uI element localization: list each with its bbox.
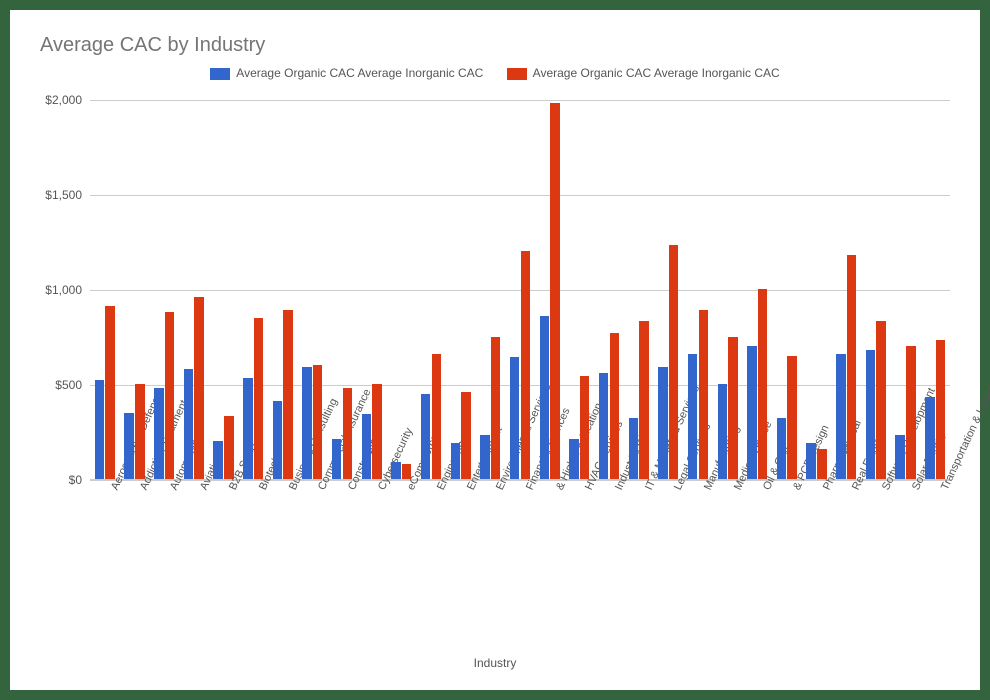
bar-series1	[895, 435, 904, 479]
chart-frame: Average CAC by Industry Average Organic …	[10, 10, 980, 690]
bar-series2	[936, 340, 945, 479]
gridline	[90, 195, 950, 196]
bar-series1	[391, 462, 400, 479]
bar-series2	[580, 376, 589, 479]
bar-series1	[451, 443, 460, 479]
bar-series1	[213, 441, 222, 479]
bar-series2	[105, 306, 114, 479]
bar-series2	[491, 337, 500, 480]
bar-series2	[194, 297, 203, 479]
plot-area: $0$500$1,000$1,500$2,000Aerospace & Defe…	[90, 100, 950, 480]
y-tick-label: $500	[55, 378, 82, 392]
legend-swatch-red	[507, 68, 527, 80]
gridline	[90, 480, 950, 481]
legend-item-2: Average Organic CAC Average Inorganic CA…	[507, 66, 780, 80]
bar-series1	[302, 367, 311, 479]
bar-series1	[658, 367, 667, 479]
legend-label-2: Average Organic CAC Average Inorganic CA…	[533, 66, 780, 80]
bar-series1	[629, 418, 638, 479]
bar-series1	[569, 439, 578, 479]
bar-series1	[925, 397, 934, 479]
bar-series2	[372, 384, 381, 479]
bar-series2	[906, 346, 915, 479]
bar-series2	[876, 321, 885, 479]
chart-title: Average CAC by Industry	[40, 34, 265, 57]
legend-item-1: Average Organic CAC Average Inorganic CA…	[210, 66, 483, 80]
bar-series1	[480, 435, 489, 479]
y-tick-label: $1,500	[45, 188, 82, 202]
bar-series1	[243, 378, 252, 479]
bar-series2	[550, 103, 559, 479]
x-axis-label: Industry	[10, 656, 980, 670]
bar-series1	[273, 401, 282, 479]
bar-series1	[747, 346, 756, 479]
bar-series2	[432, 354, 441, 479]
y-tick-label: $0	[69, 473, 82, 487]
bar-series2	[135, 384, 144, 479]
bar-series2	[313, 365, 322, 479]
y-tick-label: $2,000	[45, 93, 82, 107]
bar-series2	[461, 392, 470, 479]
bar-series1	[332, 439, 341, 479]
bar-series1	[806, 443, 815, 479]
bar-series2	[847, 255, 856, 479]
bar-series2	[728, 337, 737, 480]
bar-series2	[283, 310, 292, 479]
gridline	[90, 100, 950, 101]
y-tick-label: $1,000	[45, 283, 82, 297]
bar-series1	[362, 414, 371, 479]
bar-series2	[758, 289, 767, 479]
bar-series2	[699, 310, 708, 479]
bar-series2	[224, 416, 233, 479]
bar-series2	[639, 321, 648, 479]
bar-series2	[165, 312, 174, 479]
bar-series1	[599, 373, 608, 479]
bar-series2	[787, 356, 796, 480]
bar-series1	[777, 418, 786, 479]
bar-series1	[124, 413, 133, 480]
chart-legend: Average Organic CAC Average Inorganic CA…	[10, 66, 980, 80]
bar-series2	[521, 251, 530, 479]
bar-series1	[540, 316, 549, 479]
bar-series2	[343, 388, 352, 479]
bar-series1	[95, 380, 104, 479]
legend-swatch-blue	[210, 68, 230, 80]
bar-series1	[154, 388, 163, 479]
bar-series1	[836, 354, 845, 479]
bar-series2	[817, 449, 826, 479]
bar-series1	[184, 369, 193, 479]
bar-series2	[254, 318, 263, 480]
bar-series1	[688, 354, 697, 479]
bar-series1	[510, 357, 519, 479]
bar-series1	[421, 394, 430, 480]
legend-label-1: Average Organic CAC Average Inorganic CA…	[236, 66, 483, 80]
bar-series1	[718, 384, 727, 479]
bar-series1	[866, 350, 875, 479]
category-label: Transportation & Logistics	[939, 372, 990, 492]
bar-series2	[669, 245, 678, 479]
bar-series2	[610, 333, 619, 479]
